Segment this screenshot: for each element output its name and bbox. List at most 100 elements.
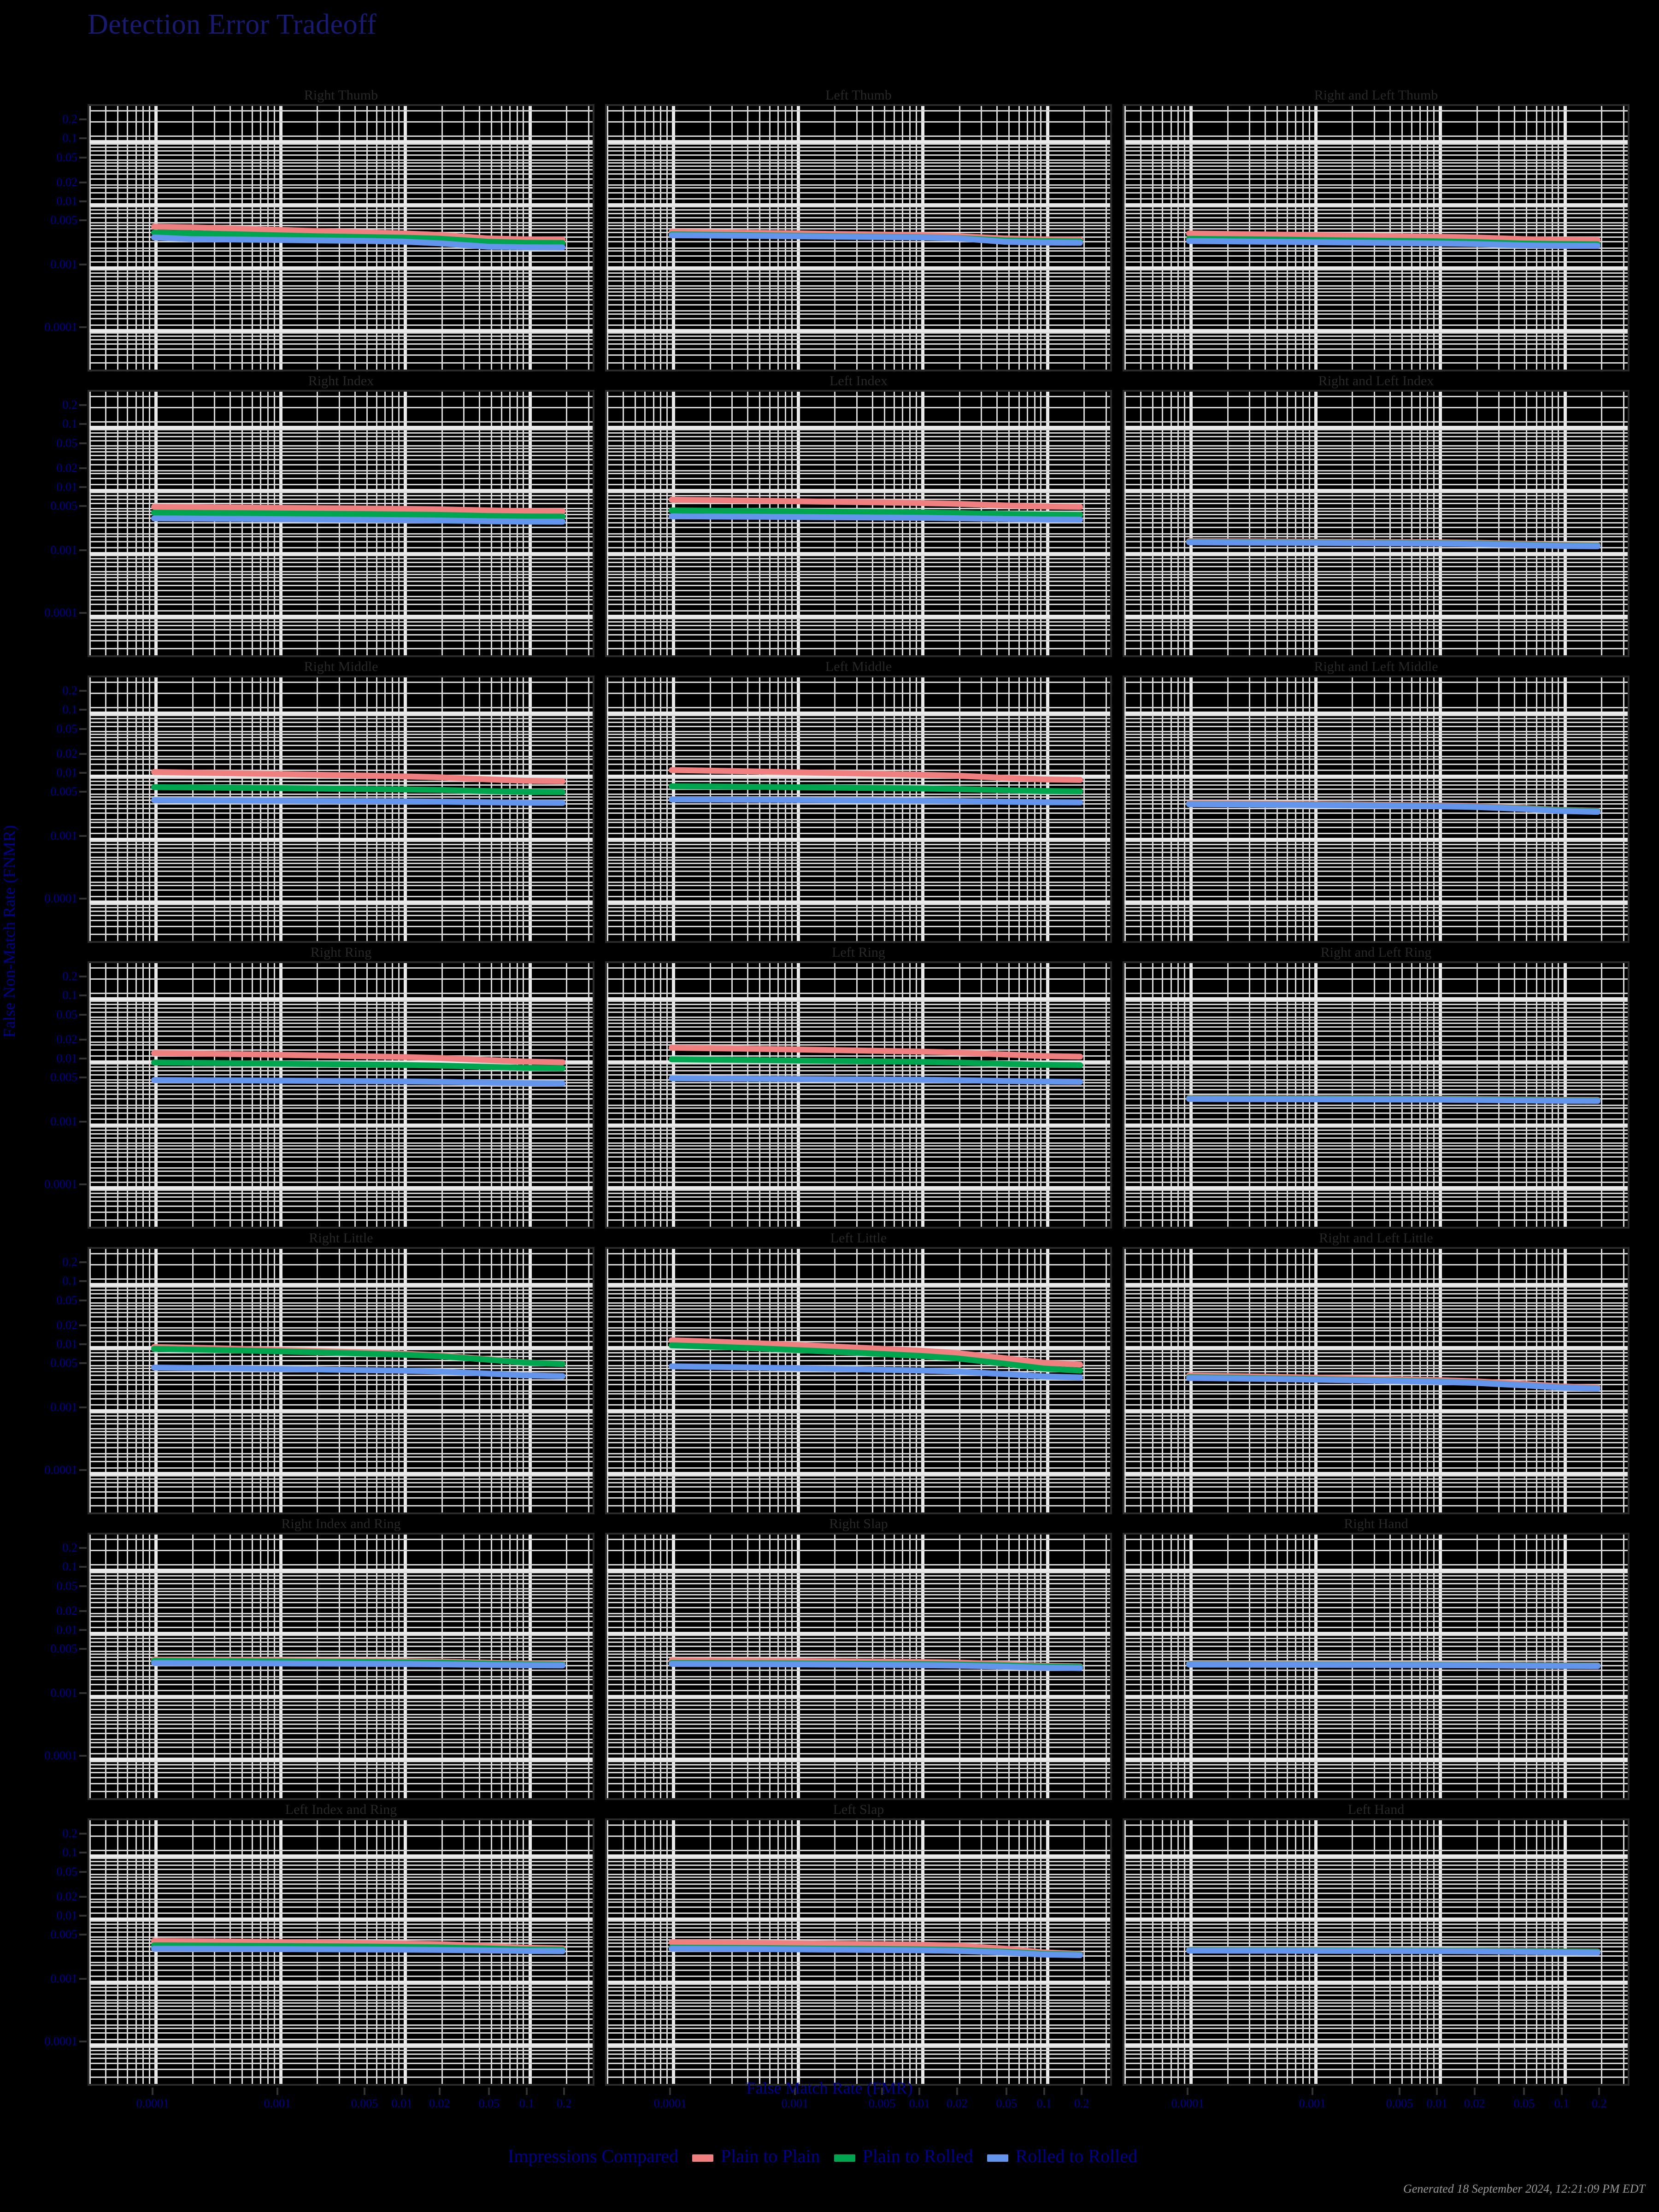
y-tick-mark — [79, 442, 87, 444]
curve-layer — [1186, 1372, 1601, 1392]
plot-area — [88, 390, 594, 657]
series-line-rolled-to-rolled — [151, 1946, 566, 1954]
y-tick-label: 0.05 — [56, 1293, 78, 1307]
legend-swatch-icon — [692, 2154, 713, 2162]
y-tick-label: 0.02 — [56, 1889, 78, 1903]
y-tick-mark — [79, 137, 87, 140]
plot-area — [1123, 1247, 1630, 1514]
y-tick-label: 0.0001 — [44, 320, 78, 334]
y-tick-label: 0.1 — [62, 988, 78, 1002]
plot-area — [88, 104, 594, 371]
plot-area — [1123, 390, 1630, 657]
y-tick-label: 0.01 — [56, 1052, 78, 1065]
plot-area — [605, 1247, 1112, 1514]
series-line-rolled-to-rolled — [1186, 1096, 1601, 1104]
series-line-plain-to-rolled — [151, 1346, 566, 1367]
y-tick-mark — [79, 1871, 87, 1873]
y-tick-label: 0.001 — [50, 543, 78, 557]
y-tick-label: 0.001 — [50, 1400, 78, 1414]
y-tick-mark — [79, 612, 87, 614]
y-tick-label: 0.02 — [56, 461, 78, 475]
y-tick-label: 0.02 — [56, 1318, 78, 1332]
y-tick-mark — [79, 791, 87, 793]
legend-label: Plain to Rolled — [862, 2146, 973, 2166]
curve-layer — [668, 767, 1083, 806]
curve-layer — [668, 1337, 1083, 1381]
curve-layer — [668, 496, 1083, 523]
y-tick-label: 0.1 — [62, 417, 78, 431]
legend-item[interactable]: Plain to Rolled — [834, 2146, 973, 2166]
panel-title: Right Index — [308, 373, 374, 388]
x-tick-label: 0.005 — [1386, 2097, 1413, 2110]
y-tick-label: 0.01 — [56, 480, 78, 494]
y-tick-label: 0.05 — [56, 722, 78, 735]
y-tick-label: 0.1 — [62, 703, 78, 717]
y-tick-mark — [79, 690, 87, 692]
series-line-rolled-to-rolled — [668, 513, 1083, 523]
curve-layer — [151, 1050, 566, 1087]
curve-layer — [151, 1656, 566, 1669]
series-line-plain-to-plain — [668, 1045, 1083, 1060]
series-line-rolled-to-rolled — [151, 1660, 566, 1669]
plot-area — [1123, 1818, 1630, 2086]
panel-title: Right Hand — [1344, 1516, 1408, 1531]
y-tick-mark — [79, 753, 87, 755]
x-tick-label: 0.005 — [868, 2097, 896, 2110]
plot-area — [1123, 1533, 1630, 1800]
x-tick-label: 0.02 — [429, 2097, 450, 2110]
curve-layer — [151, 1344, 566, 1379]
y-tick-label: 0.2 — [62, 1541, 78, 1555]
panel-title: Right and Left Thumb — [1314, 88, 1438, 103]
series-line-plain-to-plain — [668, 767, 1083, 783]
y-tick-mark — [79, 1566, 87, 1568]
y-tick-label: 0.001 — [50, 1971, 78, 1985]
y-tick-mark — [79, 1629, 87, 1631]
y-tick-mark — [79, 1324, 87, 1326]
plot-area — [88, 1533, 594, 1800]
x-tick-label: 0.05 — [1513, 2097, 1535, 2110]
x-tick-label: 0.2 — [1074, 2097, 1089, 2110]
y-tick-label: 0.1 — [62, 131, 78, 145]
plot-area — [1123, 104, 1630, 371]
plot-area — [605, 676, 1112, 943]
panel-title: Right and Left Little — [1319, 1230, 1433, 1246]
x-tick-label: 0.1 — [1554, 2097, 1570, 2110]
y-tick-label: 0.01 — [56, 194, 78, 208]
det-panel-grid: Right Thumb 0.2 0.1 0.05 0.02 0.01 0.005 0.001 0… — [0, 0, 1659, 2110]
plot-area — [1123, 961, 1630, 1229]
series-line-rolled-to-rolled — [151, 1365, 566, 1379]
panel-title: Right Middle — [304, 659, 378, 674]
y-tick-label: 0.02 — [56, 1604, 78, 1618]
y-tick-mark — [79, 467, 87, 469]
legend-item[interactable]: Rolled to Rolled — [987, 2146, 1137, 2166]
y-tick-label: 0.0001 — [44, 1177, 78, 1191]
curve-layer — [1186, 230, 1601, 249]
y-tick-mark — [79, 1895, 87, 1898]
y-tick-mark — [79, 1547, 87, 1549]
y-tick-mark — [79, 976, 87, 978]
y-tick-label: 0.2 — [62, 112, 78, 126]
x-tick-label: 0.02 — [947, 2097, 968, 2110]
y-tick-label: 0.005 — [50, 213, 78, 227]
curve-layer — [1186, 1095, 1601, 1104]
y-tick-mark — [79, 2041, 87, 2043]
panel-title: Left Ring — [832, 945, 885, 960]
y-tick-mark — [79, 1013, 87, 1016]
y-tick-label: 0.001 — [50, 1114, 78, 1128]
y-tick-label: 0.1 — [62, 1846, 78, 1859]
y-tick-label: 0.2 — [62, 970, 78, 983]
x-tick-label: 0.02 — [1464, 2097, 1485, 2110]
y-tick-label: 0.01 — [56, 1909, 78, 1923]
panel-title: Left Index — [830, 373, 888, 388]
curve-layer — [668, 1045, 1083, 1085]
legend-label: Plain to Plain — [720, 2146, 820, 2166]
series-line-rolled-to-rolled — [668, 1075, 1083, 1085]
series-line-plain-to-rolled — [668, 783, 1083, 794]
y-tick-mark — [79, 772, 87, 774]
legend-item[interactable]: Plain to Plain — [692, 2146, 820, 2166]
y-tick-mark — [79, 1915, 87, 1917]
y-tick-label: 0.1 — [62, 1274, 78, 1288]
panel-title: Right Thumb — [304, 88, 378, 103]
series-line-rolled-to-rolled — [1186, 539, 1601, 549]
curve-layer — [1186, 800, 1601, 815]
